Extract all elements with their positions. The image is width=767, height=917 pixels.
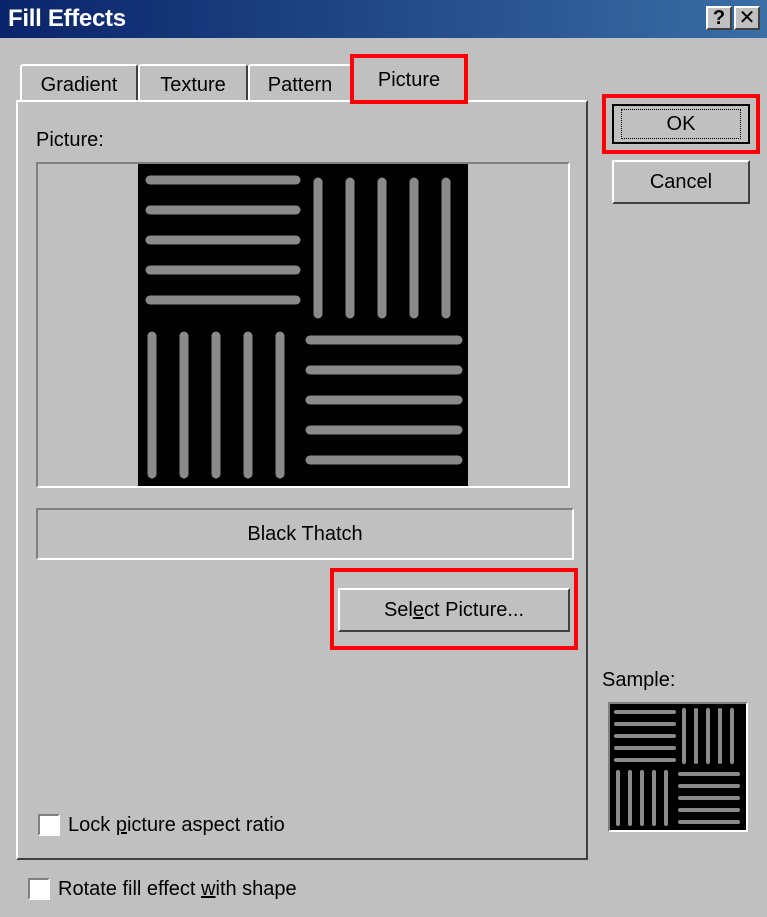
help-button[interactable]: ?	[706, 6, 732, 30]
lock-aspect-label[interactable]: Lock picture aspect ratio	[68, 813, 285, 837]
fill-effects-dialog: Fill Effects ? ✕ Gradient Texture Patter…	[0, 0, 767, 917]
picture-preview	[36, 162, 570, 488]
tab-picture[interactable]: Picture	[352, 56, 466, 104]
tab-pattern[interactable]: Pattern	[248, 64, 352, 102]
ok-button[interactable]: OK	[612, 104, 750, 144]
lock-aspect-checkbox[interactable]	[38, 814, 60, 836]
window-title: Fill Effects	[8, 5, 126, 32]
rotate-fill-label[interactable]: Rotate fill effect with shape	[58, 877, 297, 901]
black-thatch-picture	[138, 164, 468, 486]
picture-label: Picture:	[36, 129, 104, 151]
tab-texture[interactable]: Texture	[138, 64, 248, 102]
tab-gradient[interactable]: Gradient	[20, 64, 138, 102]
rotate-fill-checkbox[interactable]	[28, 878, 50, 900]
sample-preview	[608, 702, 748, 832]
sample-label: Sample:	[602, 669, 676, 691]
title-bar[interactable]: Fill Effects ? ✕	[0, 0, 767, 38]
close-button[interactable]: ✕	[734, 6, 760, 30]
picture-name-box: Black Thatch	[36, 508, 574, 560]
cancel-button[interactable]: Cancel	[612, 160, 750, 204]
sample-thatch-picture	[610, 704, 746, 830]
select-picture-button[interactable]: Select Picture...	[338, 588, 570, 632]
